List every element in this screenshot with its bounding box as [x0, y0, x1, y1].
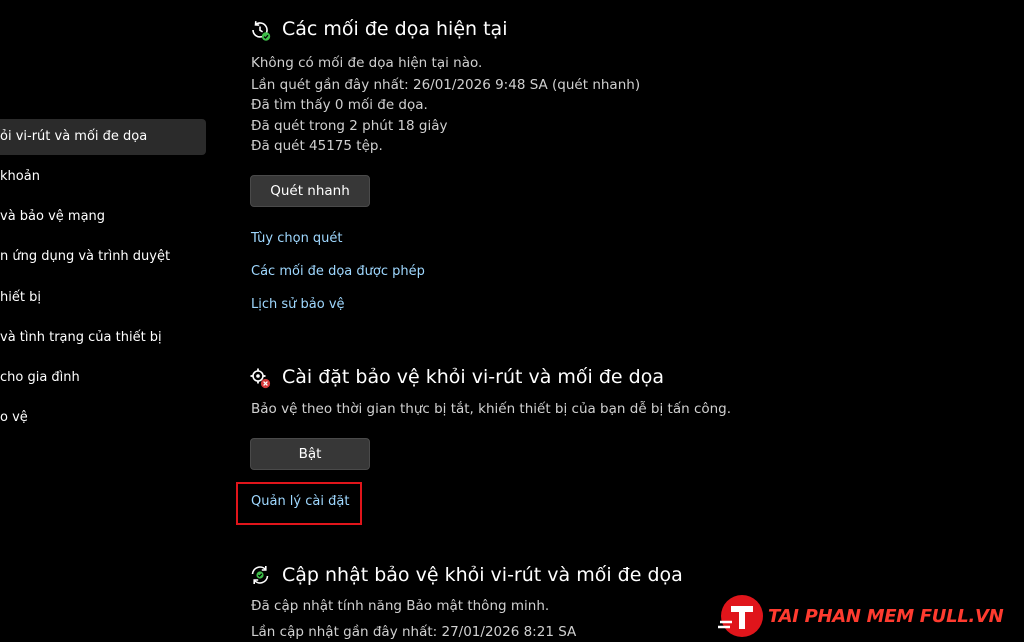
quick-scan-button[interactable]: Quét nhanh — [250, 175, 370, 207]
manage-settings-highlight — [236, 482, 362, 525]
sidebar-item-app-browser[interactable]: n ứng dụng và trình duyệt — [0, 239, 206, 275]
scan-duration-text: Đã quét trong 2 phút 18 giây — [251, 118, 448, 134]
sidebar-item-account[interactable]: khoản — [0, 159, 206, 195]
sidebar-item-protection-history[interactable]: o vệ — [0, 400, 206, 436]
sidebar-nav: ỏi vi-rút và mối đe dọa khoản và bảo vệ … — [0, 0, 215, 642]
clock-refresh-icon — [252, 21, 271, 41]
sidebar-item-label: cho gia đình — [0, 370, 80, 385]
sidebar-item-virus-protection[interactable]: ỏi vi-rút và mối đe dọa — [0, 119, 206, 155]
site-watermark: TAI PHAN MEM FULL.VN — [712, 588, 1024, 642]
sidebar-item-firewall[interactable]: và bảo vệ mạng — [0, 199, 206, 235]
sidebar-item-label: ỏi vi-rút và mối đe dọa — [0, 129, 148, 144]
sidebar-item-label: o vệ — [0, 410, 28, 425]
watermark-text: TAI PHAN MEM FULL.VN — [768, 606, 1004, 627]
last-update-text: Lần cập nhật gần đây nhất: 27/01/2026 8:… — [251, 624, 577, 640]
sidebar-item-label: n ứng dụng và trình duyệt — [0, 249, 171, 264]
last-scan-text: Lần quét gần đây nhất: 26/01/2026 9:48 S… — [251, 77, 641, 93]
protection-history-link[interactable]: Lịch sử bảo vệ — [251, 297, 345, 312]
files-scanned-text: Đã quét 45175 tệp. — [251, 138, 383, 154]
main-content: Các mối đe dọa hiện tại Không có mối đe … — [248, 0, 1008, 642]
sidebar-item-family[interactable]: cho gia đình — [0, 360, 206, 396]
current-threats-title: Các mối đe dọa hiện tại — [282, 18, 508, 40]
updates-status-text: Đã cập nhật tính năng Bảo mật thông minh… — [251, 598, 550, 614]
realtime-off-warning: Bảo vệ theo thời gian thực bị tắt, khiến… — [251, 401, 732, 417]
threat-status-text: Không có mối đe dọa hiện tại nào. — [251, 55, 483, 71]
threats-found-text: Đã tìm thấy 0 mối đe dọa. — [251, 97, 428, 113]
gear-warning-icon — [250, 368, 271, 389]
protection-settings-title: Cài đặt bảo vệ khỏi vi-rút và mối đe dọa — [282, 366, 664, 388]
sidebar-item-label: và bảo vệ mạng — [0, 209, 106, 224]
sidebar-item-device-security[interactable]: hiết bị — [0, 280, 206, 316]
sidebar-item-label: hiết bị — [0, 290, 41, 305]
scan-options-link[interactable]: Tùy chọn quét — [251, 231, 343, 246]
sidebar-item-device-health[interactable]: và tình trạng của thiết bị — [0, 320, 206, 356]
sync-icon — [251, 566, 269, 584]
watermark-logo-icon — [718, 595, 763, 637]
protection-updates-title: Cập nhật bảo vệ khỏi vi-rút và mối đe dọ… — [282, 564, 683, 586]
sidebar-item-label: và tình trạng của thiết bị — [0, 330, 162, 345]
turn-on-button[interactable]: Bật — [250, 438, 370, 470]
sidebar-item-label: khoản — [0, 169, 40, 184]
allowed-threats-link[interactable]: Các mối đe dọa được phép — [251, 264, 425, 279]
